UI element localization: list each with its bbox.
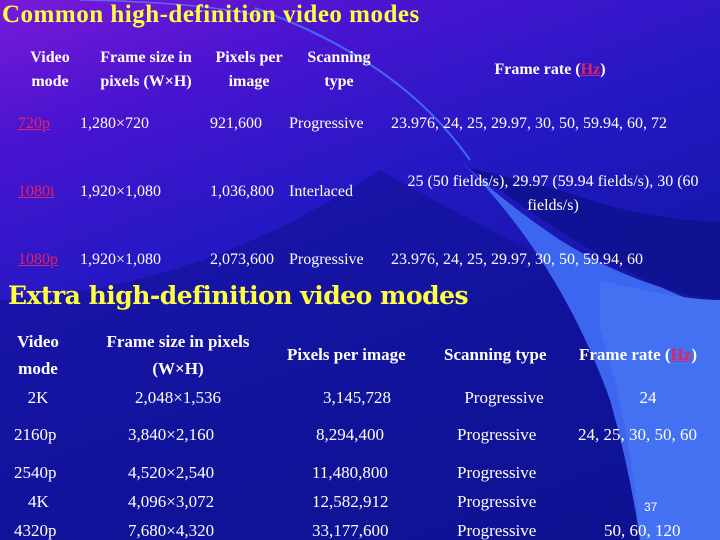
header-line: mode xyxy=(31,73,69,90)
header-pixels-per-image: Pixels per image xyxy=(287,345,406,364)
video-mode: 4K xyxy=(28,492,49,511)
header-line: mode xyxy=(18,359,58,378)
video-mode: 2K xyxy=(27,388,49,407)
header-scanning-type: Scanning type xyxy=(298,46,380,94)
header-frame-size: Frame size in pixels (W×H) xyxy=(92,46,200,94)
frame-rate: 25 (50 fields/s), 29.97 (59.94 fields/s)… xyxy=(386,170,720,218)
hz-link[interactable]: Hz xyxy=(581,61,601,78)
hz-link[interactable]: Hz xyxy=(671,345,692,364)
pixels-per-image: 921,600 xyxy=(210,115,262,132)
frame-rate-line: 25 (50 fields/s), 29.97 (59.94 fields/s)… xyxy=(407,173,699,190)
frame-rate-line: fields/s) xyxy=(527,197,579,214)
header-pixels-per-image: Pixels per image xyxy=(208,46,290,94)
frame-rate: 24, 25, 30, 50, 60 xyxy=(578,425,697,444)
frame-size: 1,280×720 xyxy=(80,115,150,132)
header-line: Frame size in pixels xyxy=(106,332,250,351)
frame-size: 3,840×2,160 xyxy=(128,425,215,444)
header-text: Frame rate ( xyxy=(579,345,671,364)
slide: Common high-definition video modes Video… xyxy=(0,0,720,540)
frame-rate: 23.976, 24, 25, 29.97, 30, 50, 59.94, 60 xyxy=(391,251,643,268)
header-line: type xyxy=(324,73,354,90)
scanning-type: Progressive xyxy=(289,115,364,132)
frame-rate: 24 xyxy=(639,388,657,407)
header-line: Video xyxy=(17,332,59,351)
frame-rate: 23.976, 24, 25, 29.97, 30, 50, 59.94, 60… xyxy=(391,115,667,132)
video-mode: 2160p xyxy=(14,425,57,444)
mode-link-1080i[interactable]: 1080i xyxy=(18,180,54,204)
frame-rate: 50, 60, 120 xyxy=(604,521,681,540)
header-frame-size: Frame size in pixels (W×H) xyxy=(88,328,268,382)
header-video-mode: Video mode xyxy=(22,46,78,94)
video-mode: 2540p xyxy=(14,463,57,482)
header-line: pixels (W×H) xyxy=(100,73,192,90)
header-frame-rate: Frame rate (Hz) xyxy=(420,58,680,82)
pixels-per-image: 2,073,600 xyxy=(210,251,274,268)
extra-modes-title: Extra high-definition video modes xyxy=(8,281,469,310)
frame-size: 4,520×2,540 xyxy=(128,463,215,482)
header-text: ) xyxy=(600,61,606,78)
pixels-per-image: 12,582,912 xyxy=(312,492,389,511)
header-line: image xyxy=(228,73,270,90)
header-line: (W×H) xyxy=(152,359,204,378)
video-mode: 4320p xyxy=(14,521,57,540)
pixels-per-image: 11,480,800 xyxy=(312,463,388,482)
pixels-per-image: 1,036,800 xyxy=(210,183,274,200)
pixels-per-image: 8,294,400 xyxy=(316,425,384,444)
header-text: ) xyxy=(691,345,698,364)
header-line: Scanning xyxy=(307,49,371,66)
header-video-mode: Video mode xyxy=(6,328,70,382)
frame-size: 1,920×1,080 xyxy=(80,183,162,200)
header-text: Frame rate ( xyxy=(494,61,581,78)
page-number: 37 xyxy=(644,500,658,514)
header-line: Video xyxy=(30,49,70,66)
scanning-type: Progressive xyxy=(464,388,544,407)
mode-link-1080p[interactable]: 1080p xyxy=(18,248,58,272)
frame-size: 7,680×4,320 xyxy=(128,521,215,540)
scanning-type: Progressive xyxy=(457,425,537,444)
scanning-type: Progressive xyxy=(289,251,364,268)
header-scanning-type: Scanning type xyxy=(444,345,547,364)
scanning-type: Progressive xyxy=(457,492,537,511)
frame-size: 4,096×3,072 xyxy=(128,492,215,511)
scanning-type: Interlaced xyxy=(289,183,353,200)
common-modes-title: Common high-definition video modes xyxy=(2,1,420,28)
scanning-type: Progressive xyxy=(457,463,537,482)
scanning-type: Progressive xyxy=(457,521,537,540)
frame-size: 2,048×1,536 xyxy=(134,388,222,407)
frame-size: 1,920×1,080 xyxy=(80,251,162,268)
header-line: Pixels per xyxy=(215,49,283,66)
header-frame-rate: Frame rate (Hz) xyxy=(579,341,697,368)
pixels-per-image: 33,177,600 xyxy=(312,521,389,540)
header-line: Frame size in xyxy=(100,49,192,66)
mode-link-720p[interactable]: 720p xyxy=(18,112,50,136)
pixels-per-image: 3,145,728 xyxy=(323,388,391,407)
